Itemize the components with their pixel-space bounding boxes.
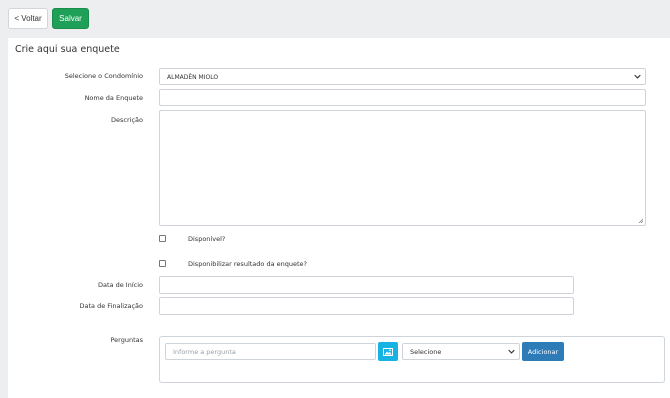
save-button[interactable]: Salvar: [52, 8, 89, 29]
image-icon: [383, 347, 393, 356]
disponibilizar-checkbox[interactable]: [159, 260, 166, 267]
disponivel-checkbox[interactable]: [159, 235, 166, 242]
resize-handle-icon[interactable]: [638, 218, 643, 223]
nome-input[interactable]: [159, 89, 646, 106]
form-panel: Crie aqui sua enquete Selecione o Condom…: [8, 38, 670, 398]
perguntas-box: Informe a pergunta Selecione Adicionar: [159, 336, 665, 383]
nome-label: Nome da Enquete: [84, 94, 143, 102]
descricao-label: Descrição: [111, 116, 143, 124]
data-inicio-label: Data de Início: [98, 281, 143, 289]
page-title: Crie aqui sua enquete: [15, 44, 120, 55]
tipo-pergunta-value: Selecione: [410, 348, 442, 356]
descricao-textarea[interactable]: [159, 110, 646, 226]
disponibilizar-label: Disponibilizar resultado da enquete?: [188, 260, 307, 268]
chevron-down-icon: [508, 348, 515, 357]
pergunta-input[interactable]: Informe a pergunta: [165, 343, 376, 360]
disponivel-label: Disponível?: [188, 235, 226, 243]
add-question-button[interactable]: Adicionar: [522, 342, 564, 361]
image-upload-button[interactable]: [378, 342, 398, 361]
tipo-pergunta-select[interactable]: Selecione: [402, 343, 520, 360]
condominio-label: Selecione o Condomínio: [64, 72, 143, 80]
data-fim-input[interactable]: [159, 297, 574, 315]
perguntas-label: Perguntas: [110, 336, 143, 344]
pergunta-placeholder: Informe a pergunta: [173, 348, 236, 356]
chevron-down-icon: [634, 73, 641, 82]
data-fim-label: Data de Finalização: [79, 302, 144, 310]
condominio-select-value: ALMADÊN MIOLO: [167, 74, 219, 81]
data-inicio-input[interactable]: [159, 276, 574, 294]
condominio-select[interactable]: ALMADÊN MIOLO: [159, 68, 646, 85]
back-button[interactable]: < Voltar: [8, 8, 48, 29]
